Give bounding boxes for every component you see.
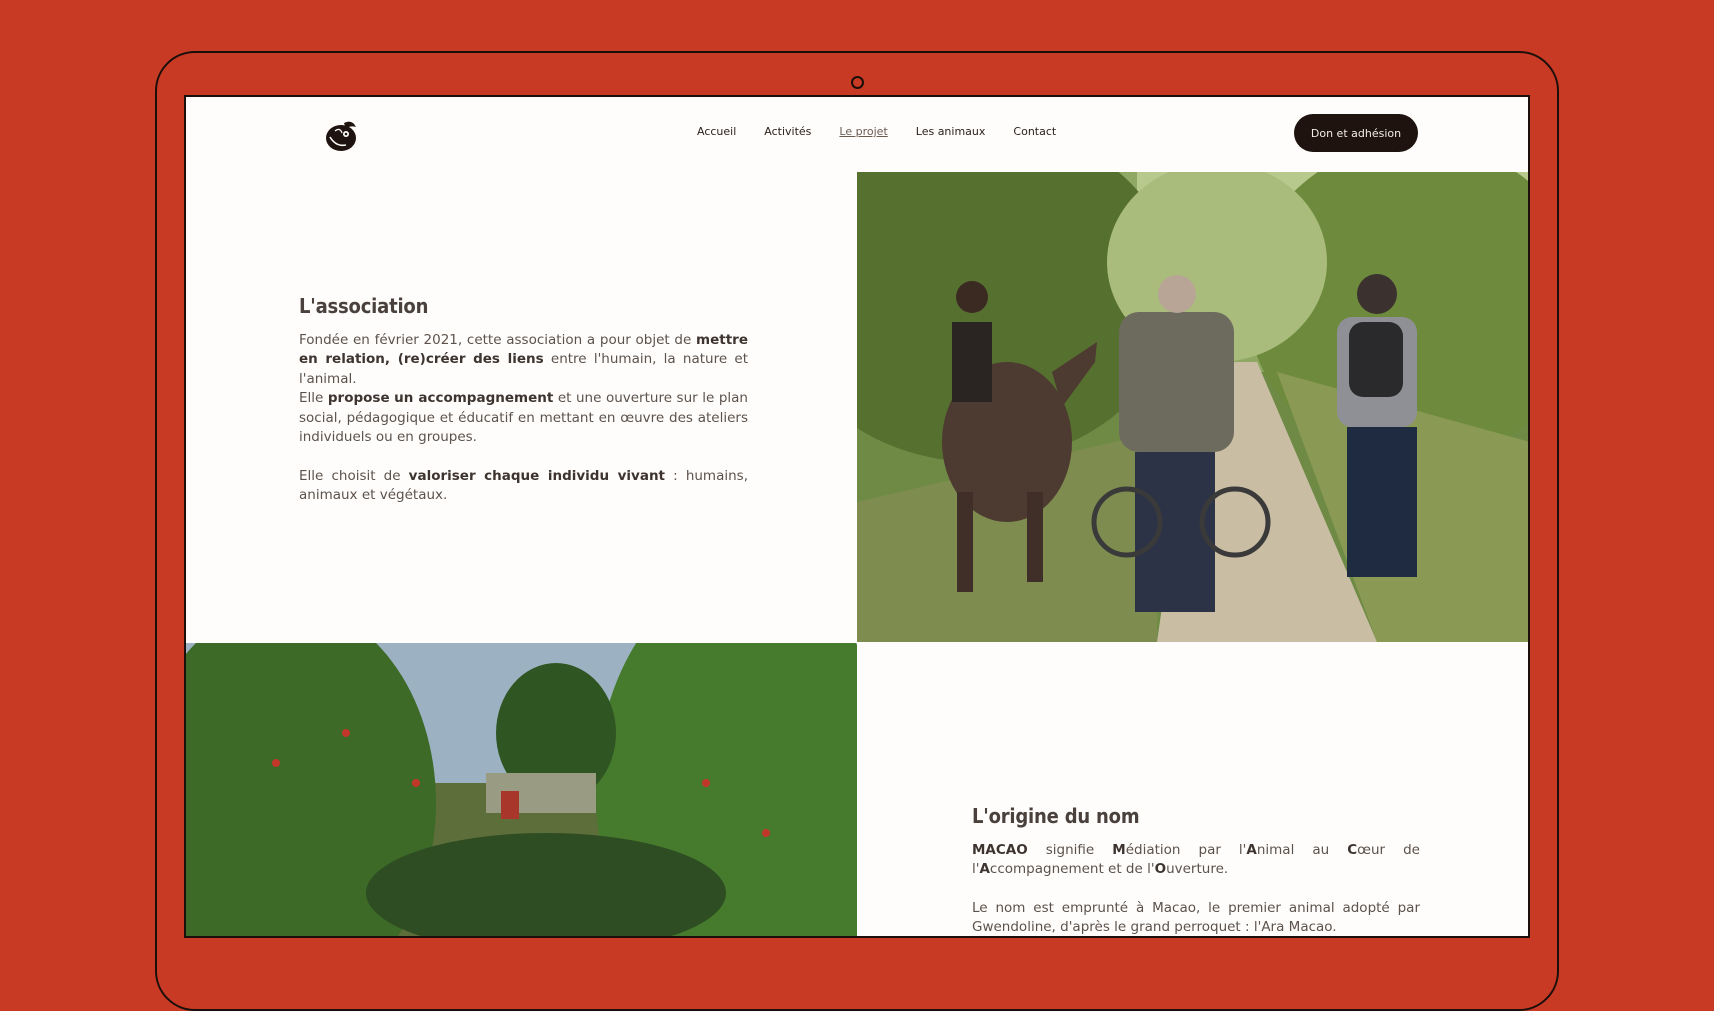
nav-item-accueil[interactable]: Accueil [697, 125, 736, 138]
webcam-icon [851, 76, 864, 89]
association-paragraph-1: Fondée en février 2021, cette associatio… [299, 331, 748, 387]
nav-item-contact[interactable]: Contact [1013, 125, 1056, 138]
nav-item-les-animaux[interactable]: Les animaux [916, 125, 986, 138]
donate-join-button[interactable]: Don et adhésion [1294, 114, 1418, 152]
name-origin-section: L'origine du nom MACAO signifie Médiatio… [972, 804, 1420, 936]
main-nav: Accueil Activités Le projet Les animaux … [697, 125, 1056, 138]
walk-with-donkey-photo [857, 172, 1528, 642]
association-paragraph-3: Elle choisit de valoriser chaque individ… [299, 467, 748, 504]
name-origin-paragraph-2: Le nom est emprunté à Macao, le premier … [972, 899, 1420, 936]
nav-item-activites[interactable]: Activités [764, 125, 811, 138]
macao-logo-icon[interactable] [322, 117, 360, 153]
garden-photo [186, 643, 857, 936]
association-paragraph-2: Elle propose un accompagnement et une ou… [299, 390, 748, 445]
nav-item-le-projet[interactable]: Le projet [839, 125, 887, 138]
name-origin-paragraph-1: MACAO signifie Médiation par l'Animal au… [972, 841, 1420, 878]
name-origin-title: L'origine du nom [972, 804, 1140, 828]
association-section: L'association Fondée en février 2021, ce… [299, 294, 748, 506]
website-screen: Accueil Activités Le projet Les animaux … [184, 95, 1530, 938]
association-title: L'association [299, 294, 429, 318]
